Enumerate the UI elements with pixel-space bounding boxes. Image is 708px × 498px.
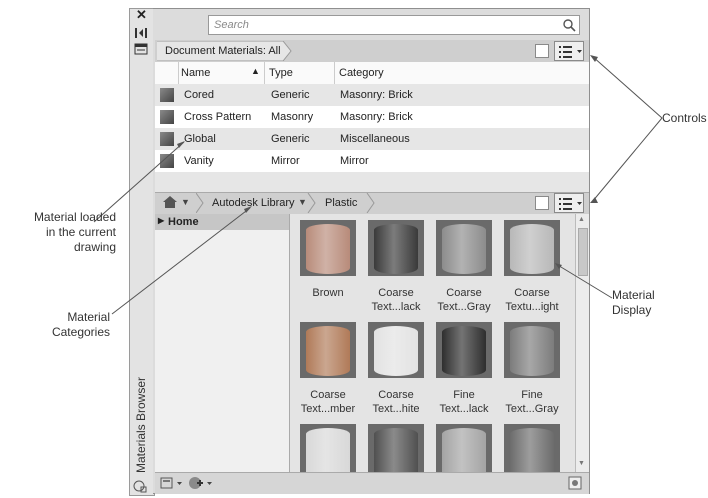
annotation-material-loaded: Material loaded in the current drawing xyxy=(33,210,116,254)
annotation-controls: Controls xyxy=(662,111,707,125)
annotation-material-display: Material Display xyxy=(612,288,655,317)
annotation-material-categories: Material Categories xyxy=(51,310,110,339)
